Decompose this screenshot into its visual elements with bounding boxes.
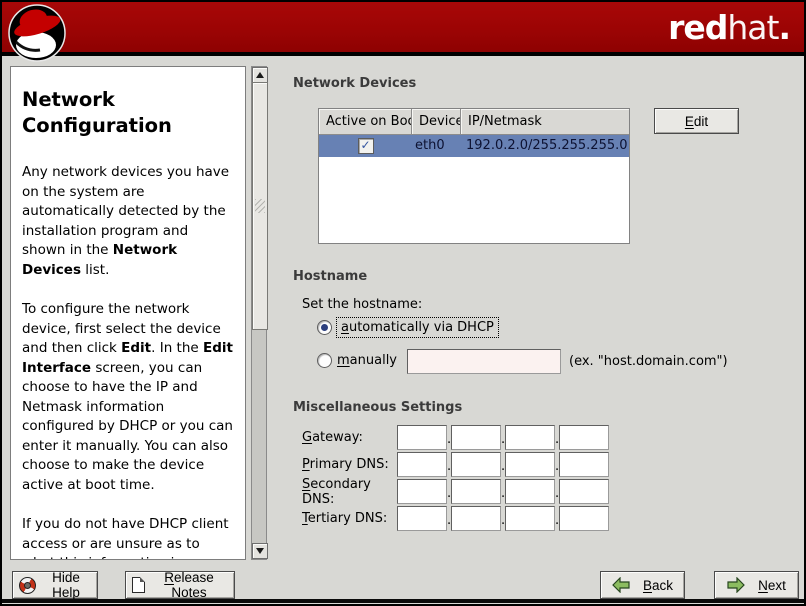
help-panel: Network Configuration Any network device… (10, 66, 246, 560)
edit-button-label: Edit (685, 114, 708, 129)
auto-dhcp-label[interactable]: automatically via DHCP (337, 318, 498, 337)
next-arrow-icon (727, 577, 745, 593)
active-on-boot-cell: ✓ (319, 135, 412, 157)
tertiary-dns-octet-1[interactable] (397, 506, 447, 531)
gateway-row: Gateway: . . . (302, 425, 622, 450)
gateway-octet-2[interactable] (451, 425, 501, 450)
footer-divider (2, 599, 804, 603)
column-header-ip-netmask[interactable]: IP/Netmask (461, 109, 629, 135)
next-button[interactable]: Next (714, 571, 799, 599)
secondary-dns-octet-4[interactable] (559, 479, 609, 504)
title-bar: redhat. (2, 2, 804, 56)
hostname-manual-option: manually (317, 353, 397, 368)
thumb-grip-icon (255, 199, 265, 213)
life-buoy-icon (19, 577, 36, 594)
brand-bold-text: red (668, 8, 727, 47)
help-paragraph: Any network devices you have on the syst… (22, 163, 234, 280)
tertiary-dns-octet-4[interactable] (559, 506, 609, 531)
release-notes-label: Release Notes (150, 570, 228, 600)
set-hostname-prompt: Set the hostname: (302, 297, 422, 312)
help-title: Network Configuration (22, 87, 234, 139)
secondary-dns-row: Secondary DNS: . . . (302, 479, 622, 504)
active-on-boot-checkbox[interactable]: ✓ (358, 138, 374, 154)
gateway-octet-3[interactable] (505, 425, 555, 450)
redhat-shadowman-logo-icon (8, 4, 66, 62)
primary-dns-octet-1[interactable] (397, 452, 447, 477)
tertiary-dns-octet-3[interactable] (505, 506, 555, 531)
back-button[interactable]: Back (600, 571, 685, 599)
primary-dns-label: Primary DNS: (302, 457, 397, 472)
hide-help-button[interactable]: Hide Help (12, 571, 98, 599)
manual-radio[interactable] (317, 353, 332, 368)
help-scrollbar[interactable] (251, 66, 267, 560)
tertiary-dns-octet-2[interactable] (451, 506, 501, 531)
primary-dns-octet-4[interactable] (559, 452, 609, 477)
primary-dns-octet-3[interactable] (505, 452, 555, 477)
secondary-dns-octet-1[interactable] (397, 479, 447, 504)
manual-label[interactable]: manually (337, 353, 397, 368)
help-text: list. (81, 262, 109, 278)
tertiary-dns-label: Tertiary DNS: (302, 511, 397, 526)
next-label: Next (758, 578, 786, 593)
hostname-auto-option: automatically via DHCP (317, 318, 498, 337)
redhat-wordmark: redhat. (668, 8, 790, 47)
help-text-bold: Edit (121, 340, 151, 356)
scroll-down-button[interactable] (252, 543, 268, 559)
secondary-dns-octet-3[interactable] (505, 479, 555, 504)
misc-settings-section-label: Miscellaneous Settings (293, 400, 462, 415)
document-icon (132, 577, 145, 593)
release-notes-button[interactable]: Release Notes (125, 571, 235, 599)
gateway-octet-1[interactable] (397, 425, 447, 450)
hostname-section-label: Hostname (293, 269, 367, 284)
auto-dhcp-radio[interactable] (317, 320, 332, 335)
brand-dot: . (778, 8, 790, 47)
arrow-up-icon (256, 72, 264, 78)
edit-button[interactable]: Edit (654, 108, 739, 134)
hide-help-label: Hide Help (41, 570, 91, 600)
primary-dns-octet-2[interactable] (451, 452, 501, 477)
table-row-eth0[interactable]: ✓ eth0 192.0.2.0/255.255.255.0 (319, 135, 629, 157)
brand-light-text: hat (727, 8, 778, 47)
device-cell: eth0 (412, 135, 461, 157)
column-header-device[interactable]: Device (412, 109, 461, 135)
installer-window: redhat. Network Configuration Any networ… (0, 0, 806, 606)
back-label: Back (643, 578, 673, 593)
gateway-octet-4[interactable] (559, 425, 609, 450)
ip-netmask-cell: 192.0.2.0/255.255.255.0 (461, 135, 629, 157)
tertiary-dns-row: Tertiary DNS: . . . (302, 506, 622, 531)
network-devices-section-label: Network Devices (293, 76, 416, 91)
gateway-label: Gateway: (302, 430, 397, 445)
help-text: . In the (151, 340, 203, 356)
column-header-active-on-boot[interactable]: Active on Boot (319, 109, 412, 135)
arrow-down-icon (256, 548, 264, 554)
network-devices-table: Active on Boot Device IP/Netmask ✓ eth0 … (318, 108, 630, 244)
help-paragraph: If you do not have DHCP client access or… (22, 515, 234, 560)
scrollbar-thumb[interactable] (252, 82, 268, 330)
manual-hostname-input[interactable] (407, 349, 561, 374)
scroll-up-button[interactable] (252, 67, 268, 83)
back-arrow-icon (612, 577, 630, 593)
secondary-dns-octet-2[interactable] (451, 479, 501, 504)
secondary-dns-label: Secondary DNS: (302, 477, 397, 507)
hostname-example-hint: (ex. "host.domain.com") (569, 354, 728, 369)
table-header-row: Active on Boot Device IP/Netmask (319, 109, 629, 135)
help-paragraph: To configure the network device, first s… (22, 300, 234, 495)
help-text: screen, you can choose to have the IP an… (22, 360, 233, 493)
primary-dns-row: Primary DNS: . . . (302, 452, 622, 477)
